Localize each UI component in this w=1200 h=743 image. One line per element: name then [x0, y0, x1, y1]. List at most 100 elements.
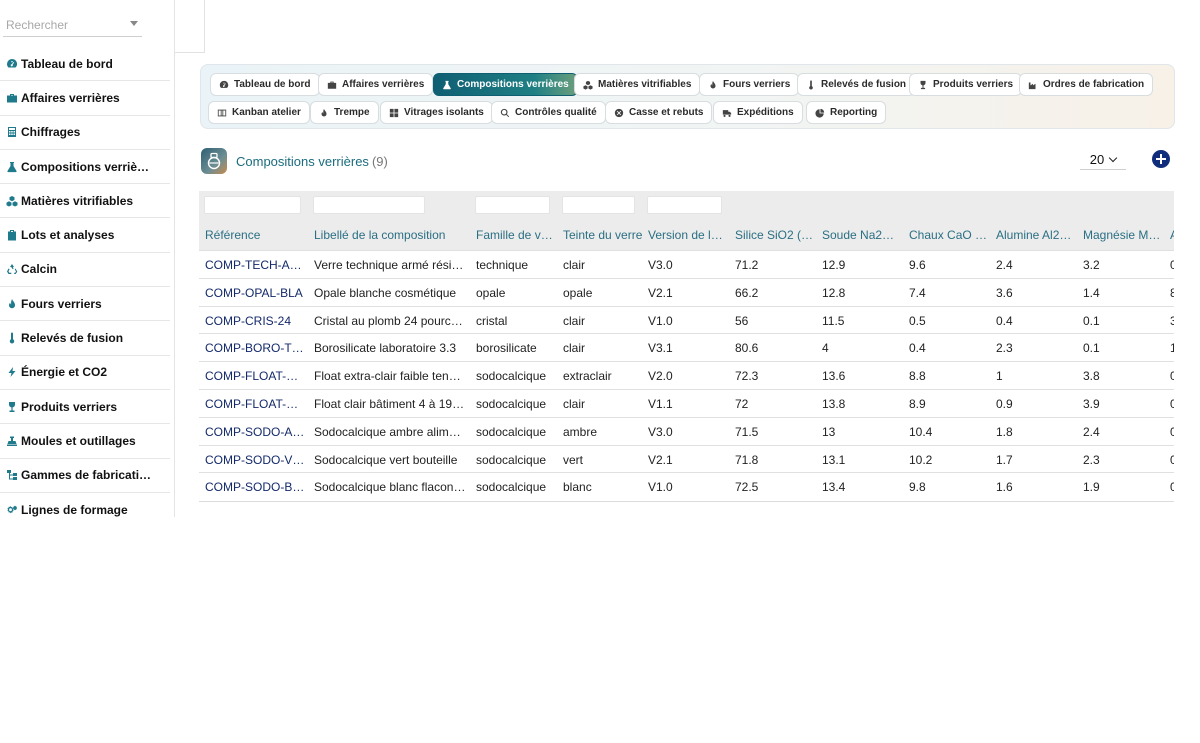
tab-reporting[interactable]: Reporting — [806, 101, 887, 124]
tab-label: Produits verriers — [933, 79, 1014, 90]
cubes-icon — [6, 195, 17, 207]
page-title: Compositions verrières (9) — [236, 154, 388, 169]
column-header[interactable]: Soude Na2O… — [822, 228, 902, 242]
sidebar-item-chiffrages[interactable]: Chiffrages — [0, 116, 170, 150]
clipboard-icon — [5, 229, 18, 242]
page-size-select[interactable]: 20 — [1080, 150, 1126, 170]
column-header[interactable]: Famille de v… — [476, 228, 554, 242]
calculator-icon — [7, 127, 16, 138]
cogs-icon — [5, 503, 18, 516]
table-cell: 8 — [1170, 286, 1174, 300]
table-cell: 9.6 — [909, 258, 926, 272]
tab-vitrages-isolants[interactable]: Vitrages isolants — [380, 101, 493, 124]
compositions-logo-icon — [201, 148, 227, 174]
table-row[interactable]: COMP-OPAL-BLA Opale blanche cosmétique opa… — [199, 277, 1174, 306]
table-row[interactable]: COMP-TECH-ARM Verre technique armé résist… — [199, 250, 1174, 278]
tab-releves-de-fusion[interactable]: Relevés de fusion — [797, 73, 916, 96]
sidebar-item-compositions-verrie[interactable]: Compositions verriè… — [0, 150, 170, 185]
search-input[interactable] — [6, 18, 126, 32]
sidebar-item-tableau-de-bord[interactable]: Tableau de bord — [0, 47, 170, 82]
tab-matieres-vitrifiables[interactable]: Matières vitrifiables — [574, 73, 701, 96]
sidebar-item-affaires-verrieres[interactable]: Affaires verrières — [0, 81, 170, 116]
column-filter-input[interactable] — [475, 196, 550, 214]
tab-compositions-verrieres[interactable]: Compositions verrières — [433, 73, 578, 96]
caret-down-icon[interactable] — [130, 21, 138, 26]
column-filter-input[interactable] — [204, 196, 301, 214]
table-cell: 11.5 — [822, 313, 845, 328]
column-header[interactable]: A — [1170, 228, 1174, 242]
sidebar-item-matieres-vitrifiables[interactable]: Matières vitrifiables — [0, 184, 170, 219]
column-header[interactable]: Teinte du verre — [563, 228, 643, 242]
tab-expeditions[interactable]: Expéditions — [713, 101, 803, 124]
calculator-icon — [5, 126, 18, 139]
reference-cell[interactable]: COMP-OPAL-BLA — [205, 286, 305, 300]
table-row[interactable]: COMP-SODO-AMB Sodocalcique ambre alimen… s… — [199, 416, 1174, 445]
tab-label: Trempe — [334, 107, 370, 118]
close-circle-icon — [614, 108, 624, 117]
sidebar-item-releves-de-fusion[interactable]: Relevés de fusion — [0, 321, 170, 356]
table-cell: clair — [563, 397, 586, 411]
sidebar-item-fours-verriers[interactable]: Fours verriers — [0, 287, 170, 322]
column-header[interactable]: Magnésie M… — [1083, 228, 1163, 242]
sidebar-item-gammes-de-fabricati[interactable]: Gammes de fabricati… — [0, 459, 170, 493]
kanban-icon — [217, 109, 227, 116]
sidebar-item-lots-et-analyses[interactable]: Lots et analyses — [0, 218, 170, 253]
reference-cell[interactable]: COMP-BORO-TEC — [205, 341, 305, 355]
tab-tableau-de-bord[interactable]: Tableau de bord — [210, 73, 320, 96]
reference-cell[interactable]: COMP-SODO-VER — [205, 453, 305, 467]
table-row[interactable]: COMP-BORO-TEC Borosilicate laboratoire 3.… — [199, 333, 1174, 361]
add-record-button[interactable] — [1152, 150, 1170, 168]
tab-ordres-de-fabrication[interactable]: Ordres de fabrication — [1019, 73, 1154, 96]
table-row[interactable]: COMP-FLOAT-EXT Float extra-clair faible t… — [199, 361, 1174, 389]
table-cell: V3.0 — [648, 424, 673, 439]
column-filter-input[interactable] — [562, 196, 635, 214]
reference-cell[interactable]: COMP-TECH-ARM — [205, 258, 305, 272]
column-header[interactable]: Référence — [205, 228, 305, 242]
sidebar-item-lignes-de-formage[interactable]: Lignes de formage — [0, 493, 170, 517]
column-header[interactable]: Version de la… — [648, 228, 728, 242]
table-cell: 71.8 — [735, 452, 759, 467]
table-cell: 1.4 — [1083, 285, 1100, 300]
page-size-value: 20 — [1089, 152, 1105, 167]
column-header[interactable]: Chaux CaO … — [909, 228, 989, 242]
column-header[interactable]: Alumine Al2… — [996, 228, 1076, 242]
sidebar-item-produits-verriers[interactable]: Produits verriers — [0, 390, 170, 425]
tab-affaires-verrieres[interactable]: Affaires verrières — [318, 73, 434, 96]
tab-controles-qualite[interactable]: Contrôles qualité — [491, 101, 606, 124]
table-row[interactable]: COMP-SODO-VER Sodocalcique vert bouteille… — [199, 444, 1174, 473]
tab-kanban-atelier[interactable]: Kanban atelier — [208, 101, 310, 124]
reference-cell[interactable]: COMP-CRIS-24 — [205, 314, 305, 328]
table-row[interactable]: COMP-SODO-BLA Sodocalcique blanc flaconn…… — [199, 472, 1174, 500]
sidebar-item-label: Calcin — [21, 262, 58, 277]
sidebar-search[interactable] — [3, 15, 142, 37]
column-filter-input[interactable] — [647, 196, 722, 214]
sidebar-item-moules-et-outillages[interactable]: Moules et outillages — [0, 424, 170, 459]
column-header[interactable]: Silice SiO2 (… — [735, 228, 815, 242]
tab-fours-verriers[interactable]: Fours verriers — [699, 73, 800, 96]
sidebar-item-energie-et-co2[interactable]: Énergie et CO2 — [0, 356, 170, 390]
column-header[interactable]: Libellé de la composition — [314, 228, 466, 242]
reference-cell[interactable]: COMP-SODO-AMB — [205, 425, 305, 439]
table-cell: sodocalcique — [476, 452, 547, 467]
table-cell: 8.9 — [909, 397, 926, 411]
table-cell: 1.6 — [996, 480, 1013, 495]
table-cell: 0.5 — [909, 313, 926, 328]
column-filter-input[interactable] — [313, 196, 425, 214]
wine-glass-icon — [920, 80, 926, 89]
reference-cell[interactable]: COMP-SODO-BLA — [205, 480, 305, 494]
reference-cell[interactable]: COMP-FLOAT-EXT — [205, 369, 305, 383]
tab-casse-et-rebuts[interactable]: Casse et rebuts — [605, 101, 713, 124]
reference-cell[interactable]: COMP-FLOAT-CLA — [205, 397, 305, 411]
tab-produits-verriers[interactable]: Produits verriers — [909, 73, 1023, 96]
sidebar-item-calcin[interactable]: Calcin — [0, 253, 170, 288]
thermometer-icon — [5, 332, 18, 345]
table-row[interactable]: COMP-FLOAT-CLA Float clair bâtiment 4 à 1… — [199, 389, 1174, 417]
table-cell: 9.8 — [909, 480, 926, 495]
table-cell: Float extra-clair faible teneu… — [314, 369, 466, 384]
table-cell: 0 — [1170, 480, 1174, 494]
tab-label: Expéditions — [737, 107, 794, 118]
tab-trempe[interactable]: Trempe — [310, 101, 379, 124]
table-row[interactable]: COMP-CRIS-24 Cristal au plomb 24 pourcent… — [199, 305, 1174, 334]
table-cell: 1.8 — [996, 424, 1013, 439]
tab-label: Ordres de fabrication — [1043, 79, 1145, 90]
